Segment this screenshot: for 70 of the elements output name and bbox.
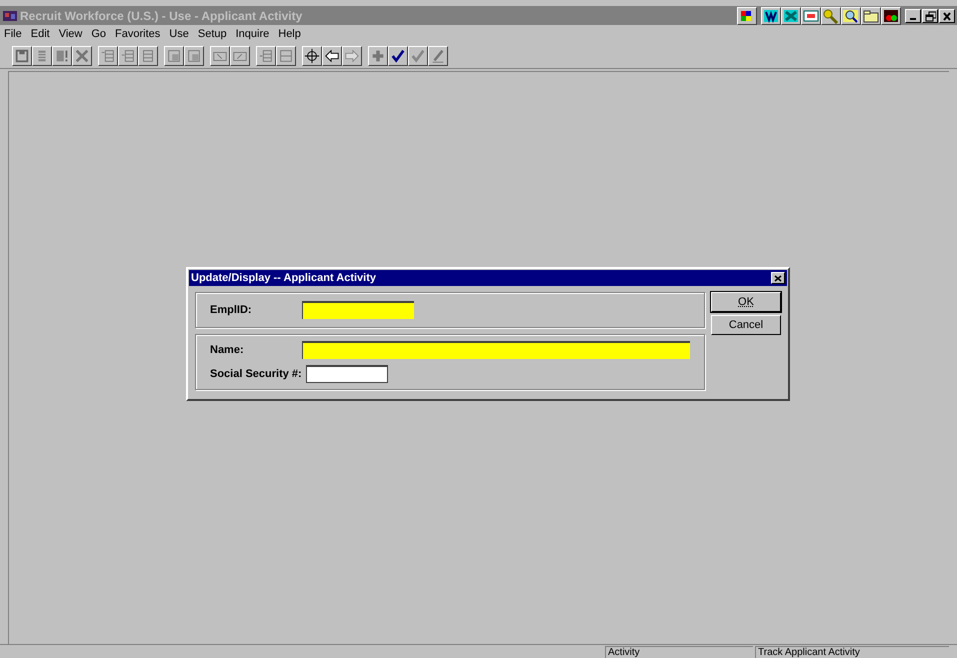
right-arrow-icon	[344, 48, 360, 64]
checkmark-icon	[410, 48, 426, 64]
insert-row-icon	[100, 48, 116, 64]
restore-icon	[924, 10, 936, 22]
window-icon[interactable]	[802, 8, 820, 24]
colorful-logo-icon[interactable]	[882, 8, 900, 24]
left-arrow-button[interactable]	[322, 46, 342, 66]
window-page-button[interactable]	[184, 46, 204, 66]
insert-row-button[interactable]	[256, 46, 276, 66]
field-label: Social Security #:	[210, 366, 303, 382]
window-page-icon	[166, 48, 182, 64]
minimize-button[interactable]	[905, 8, 921, 22]
insert-row-button[interactable]	[118, 46, 138, 66]
list-icon	[278, 48, 294, 64]
field-label: Name:	[210, 342, 245, 358]
menu-item[interactable]: View	[58, 26, 82, 42]
status-pane: Track Applicant Activity	[755, 646, 949, 658]
menu-item[interactable]: Setup	[198, 26, 227, 42]
save-icon	[14, 48, 30, 64]
field-label: EmplID:	[210, 302, 253, 318]
close-button[interactable]	[771, 272, 785, 284]
menu-item[interactable]: File	[4, 26, 22, 42]
list-icon	[140, 48, 156, 64]
menu-item[interactable]: Edit	[30, 26, 50, 42]
document-icon[interactable]	[762, 8, 780, 24]
plus-icon	[370, 48, 386, 64]
delete-button[interactable]	[72, 46, 92, 66]
insert-row-button[interactable]	[98, 46, 118, 66]
close-icon	[774, 274, 782, 282]
save-button[interactable]	[12, 46, 32, 66]
window-title: Recruit Workforce (U.S.) - Use - Applicant Activity	[20, 8, 302, 24]
list-button[interactable]	[276, 46, 296, 66]
delete-icon	[74, 48, 90, 64]
menu-item[interactable]: Favorites	[115, 26, 160, 42]
app-icon	[2, 8, 18, 22]
checkmark-button[interactable]	[388, 46, 408, 66]
pencil-button[interactable]	[428, 46, 448, 66]
crosshair-icon	[304, 48, 320, 64]
plus-button[interactable]	[368, 46, 388, 66]
input-field[interactable]	[302, 341, 690, 359]
insert-row-icon	[120, 48, 136, 64]
menu-item[interactable]: Go	[91, 26, 106, 42]
input-field[interactable]	[306, 365, 388, 383]
close-button[interactable]	[939, 8, 955, 22]
folder-icon[interactable]	[862, 8, 880, 24]
magnifier-icon[interactable]	[842, 8, 860, 24]
restore-button[interactable]	[922, 8, 938, 22]
window-arrow-button[interactable]	[210, 46, 230, 66]
spreadsheet-icon[interactable]	[782, 8, 800, 24]
checkmark-icon	[390, 48, 406, 64]
insert-row-icon	[258, 48, 274, 64]
minimize-icon	[910, 18, 916, 20]
pencil-icon	[430, 48, 446, 64]
dialog-button[interactable]: Cancel	[711, 315, 781, 335]
menu-item[interactable]: Help	[278, 26, 301, 42]
crosshair-button[interactable]	[302, 46, 322, 66]
dialog-title: Update/Display -- Applicant Activity	[191, 270, 376, 286]
status-pane: Activity	[605, 646, 753, 658]
window-page-icon	[186, 48, 202, 64]
list-button[interactable]	[138, 46, 158, 66]
menu-item[interactable]: Inquire	[236, 26, 270, 42]
checkmark-button[interactable]	[408, 46, 428, 66]
dialog-button[interactable]: OK	[711, 292, 781, 312]
menu-item[interactable]: Use	[169, 26, 189, 42]
right-arrow-button[interactable]	[342, 46, 362, 66]
close-icon	[941, 10, 953, 22]
input-field[interactable]	[302, 301, 414, 319]
window-page-button[interactable]	[164, 46, 184, 66]
left-arrow-icon	[324, 48, 340, 64]
window-arrow-button[interactable]	[230, 46, 250, 66]
